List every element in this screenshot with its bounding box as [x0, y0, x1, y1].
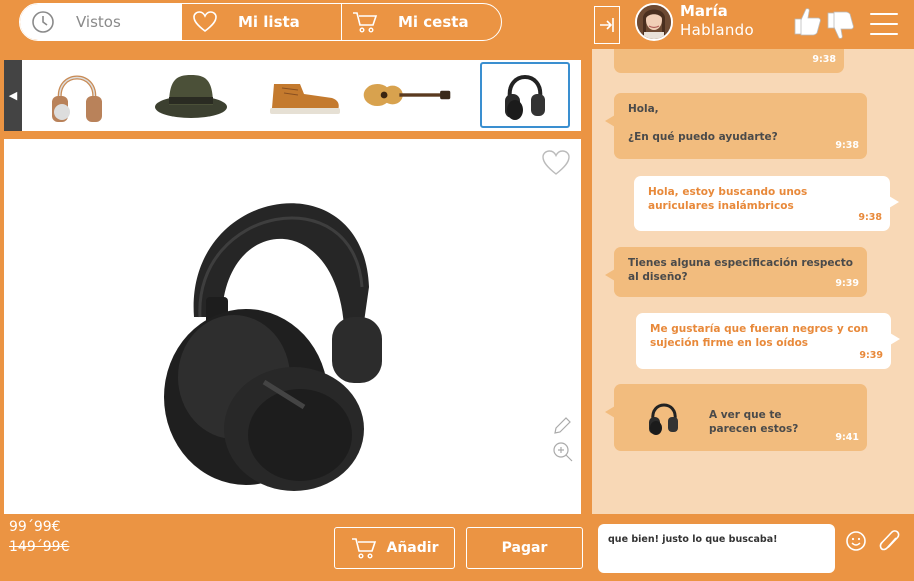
old-price: 149´99€: [9, 539, 70, 555]
cart-icon: [352, 9, 378, 35]
message-text: Tienes alguna especificación respecto al…: [628, 257, 854, 283]
chat-message-agent: 9:38: [614, 49, 844, 73]
carousel-item-acoustic-guitar[interactable]: [362, 62, 452, 128]
message-text: Hola, estoy buscando unos auriculares in…: [648, 186, 808, 212]
carousel-item-headphones-black[interactable]: [480, 62, 570, 128]
message-text: Me gustaría que fueran negros y con suje…: [650, 323, 869, 349]
add-to-cart-button[interactable]: Añadir: [334, 527, 455, 569]
tab-mi-lista[interactable]: Mi lista: [181, 4, 341, 40]
message-time: 9:38: [812, 54, 836, 65]
message-time: 9:38: [835, 140, 859, 151]
message-text: A ver que te parecen estos?: [709, 409, 799, 435]
attachment-headphones-thumbnail[interactable]: [647, 398, 681, 438]
zoom-in-icon[interactable]: [552, 441, 574, 463]
emoji-smile-icon[interactable]: [845, 530, 867, 552]
tab-label: Mi cesta: [398, 13, 469, 31]
chat-message-agent: A ver que te parecen estos? 9:41: [605, 384, 867, 451]
add-button-label: Añadir: [386, 540, 439, 556]
pay-button-label: Pagar: [501, 540, 548, 556]
carousel-item-leather-boot[interactable]: [259, 62, 349, 128]
chat-input-text: que bien! justo lo que buscaba!: [608, 534, 778, 545]
chat-input[interactable]: que bien! justo lo que buscaba!: [598, 524, 835, 573]
heart-icon: [192, 9, 218, 35]
carousel-prev-arrow-icon[interactable]: ◀: [4, 60, 22, 131]
agent-status: Hablando: [680, 21, 754, 39]
chat-message-user: Hola, estoy buscando unos auriculares in…: [634, 176, 899, 231]
message-time: 9:41: [835, 432, 859, 443]
tab-mi-cesta[interactable]: Mi cesta: [341, 4, 501, 40]
chat-message-agent: Tienes alguna especificación respecto al…: [605, 247, 867, 297]
clock-icon: [30, 9, 56, 35]
exit-arrow-icon: [600, 18, 614, 32]
chat-message-agent: Hola, ¿En qué puedo ayudarte? 9:38: [605, 93, 867, 159]
tab-label: Mi lista: [238, 13, 300, 31]
exit-chat-button[interactable]: [594, 6, 620, 44]
product-carousel: ◀: [4, 60, 581, 131]
pay-button[interactable]: Pagar: [466, 527, 583, 569]
hamburger-menu-icon[interactable]: [870, 13, 898, 35]
pencil-edit-icon[interactable]: [552, 416, 572, 436]
main-nav: Vistos Mi lista Mi cesta: [19, 3, 502, 41]
agent-avatar: [635, 3, 673, 41]
message-time: 9:39: [859, 350, 883, 361]
thumbs-up-icon[interactable]: [793, 6, 821, 36]
product-image-headphones: [164, 203, 382, 491]
message-text: ¿En qué puedo ayudarte?: [628, 131, 778, 143]
carousel-item-fedora-hat[interactable]: [146, 62, 236, 128]
product-viewer: [4, 139, 581, 514]
thumbs-down-icon[interactable]: [826, 11, 854, 41]
tab-label: Vistos: [76, 13, 121, 31]
cart-icon: [351, 538, 376, 559]
message-time: 9:38: [858, 212, 882, 223]
tab-vistos[interactable]: Vistos: [20, 4, 181, 40]
current-price: 99´99€: [9, 519, 61, 535]
paperclip-attach-icon[interactable]: [878, 529, 902, 555]
chat-panel: 9:38 Hola, ¿En qué puedo ayudarte? 9:38 …: [592, 49, 914, 514]
carousel-item-headphones-silver[interactable]: [32, 62, 122, 128]
message-time: 9:39: [835, 278, 859, 289]
chat-message-user: Me gustaría que fueran negros y con suje…: [636, 313, 900, 369]
agent-name: María: [680, 2, 728, 20]
message-text: Hola,: [628, 103, 659, 115]
favorite-heart-icon[interactable]: [541, 149, 571, 177]
